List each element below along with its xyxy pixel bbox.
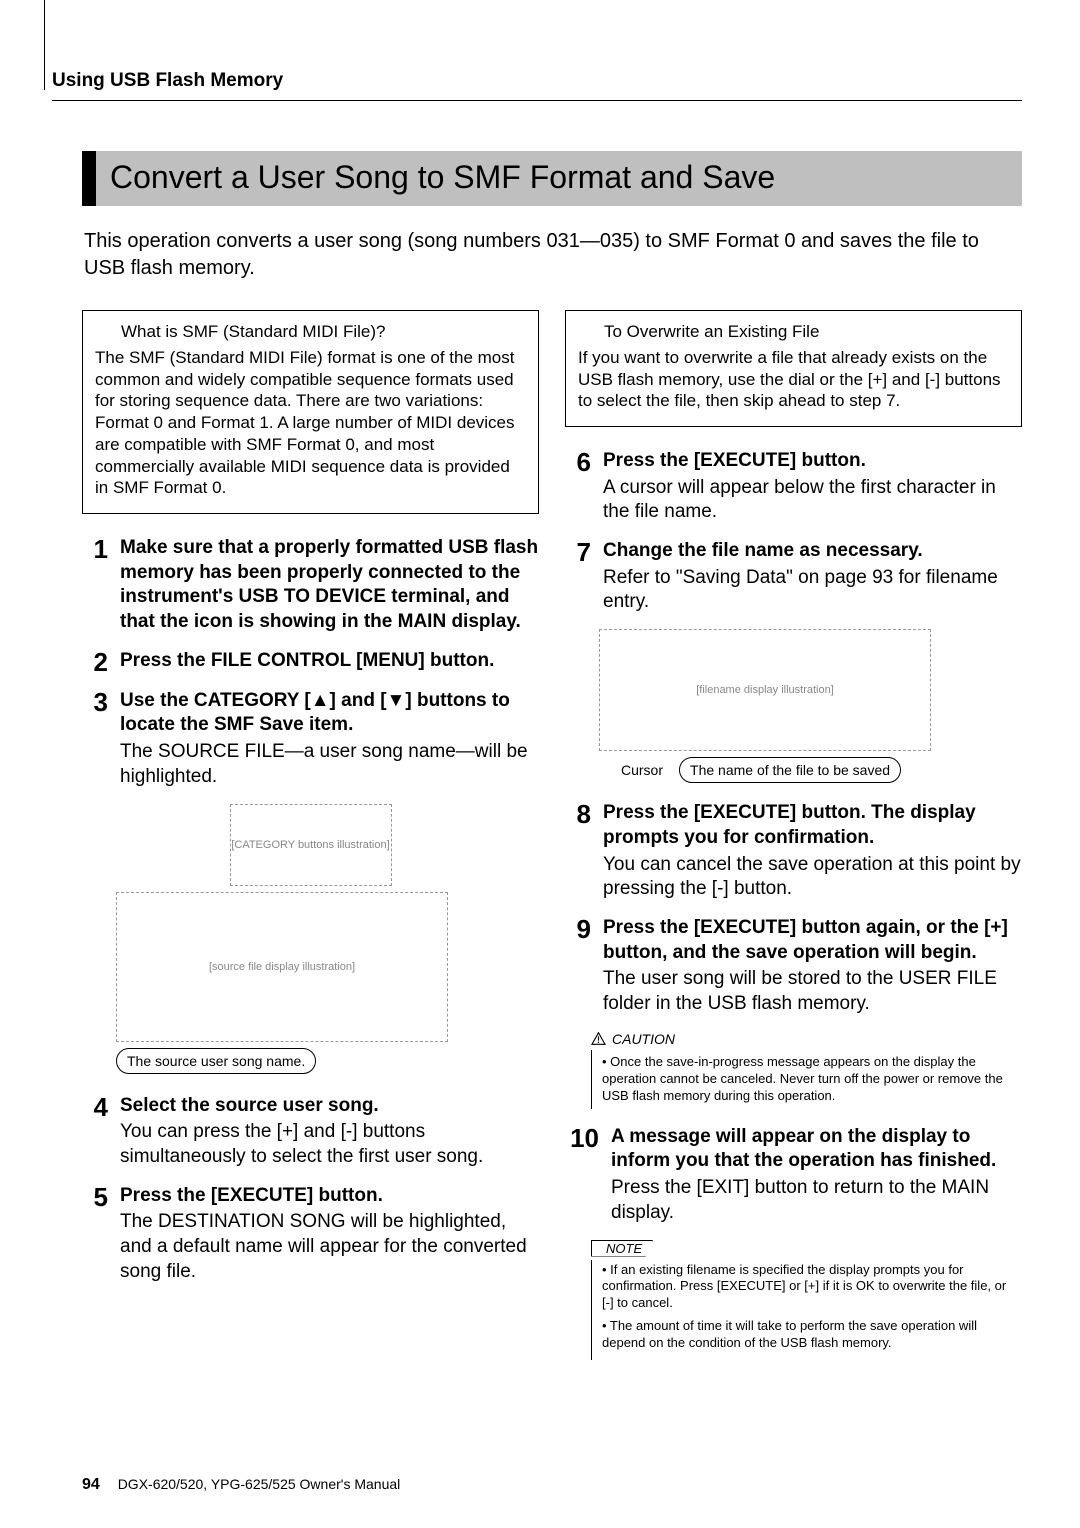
overwrite-box: To Overwrite an Existing File If you wan… [565, 310, 1022, 427]
smf-info-box: What is SMF (Standard MIDI File)? The SM… [82, 310, 539, 514]
callout-source-name: The source user song name. [116, 1048, 316, 1074]
overwrite-box-title: To Overwrite an Existing File [604, 321, 1009, 343]
step-6: 6 Press the [EXECUTE] button. A cursor w… [565, 449, 1022, 525]
manual-title: DGX-620/520, YPG-625/525 Owner's Manual [118, 1476, 401, 1492]
step-7: 7 Change the file name as necessary. Ref… [565, 539, 1022, 615]
caution-text: • Once the save-in-progress message appe… [591, 1050, 1022, 1109]
section-title-text: Convert a User Song to SMF Format and Sa… [96, 151, 1022, 206]
running-head: Using USB Flash Memory [52, 70, 1022, 92]
category-up-icon: ▲ [311, 689, 330, 714]
note-block: NOTE • If an existing ﬁlename is speciﬁe… [591, 1240, 1022, 1360]
smf-box-title: What is SMF (Standard MIDI File)? [121, 321, 526, 343]
note-line-1: • If an existing ﬁlename is speciﬁed the… [602, 1262, 1016, 1313]
step-9: 9 Press the [EXECUTE] button again, or t… [565, 916, 1022, 1017]
section-title: Convert a User Song to SMF Format and Sa… [82, 151, 1022, 206]
note-label: NOTE [591, 1240, 653, 1257]
step-4: 4 Select the source user song. You can p… [82, 1094, 539, 1170]
callout-cursor: Cursor [621, 762, 663, 778]
left-column: What is SMF (Standard MIDI File)? The SM… [82, 310, 539, 1370]
page-number: 94 [82, 1476, 100, 1493]
header-rule [52, 100, 1022, 101]
page-footer: 94 DGX-620/520, YPG-625/525 Owner's Manu… [82, 1476, 400, 1494]
callout-filename: The name of the file to be saved [679, 757, 901, 783]
intro-paragraph: This operation converts a user song (son… [84, 228, 1022, 282]
category-down-icon: ▼ [387, 689, 406, 714]
note-line-2: • The amount of time it will take to per… [602, 1318, 1016, 1352]
step-2: 2 Press the FILE CONTROL [MENU] button. [82, 649, 539, 675]
step-1: 1 Make sure that a properly formatted US… [82, 536, 539, 635]
step-10: 10 A message will appear on the display … [565, 1125, 1022, 1226]
figure-filename-display: [filename display illustration] [599, 629, 931, 751]
figure-source-display: [source file display illustration] [116, 892, 448, 1042]
step-5: 5 Press the [EXECUTE] button. The DESTIN… [82, 1184, 539, 1285]
overwrite-box-body: If you want to overwrite a ﬁle that alre… [578, 348, 1001, 411]
figure-category-buttons: [CATEGORY buttons illustration] [230, 804, 392, 886]
right-column: To Overwrite an Existing File If you wan… [565, 310, 1022, 1370]
caution-block: CAUTION • Once the save-in-progress mess… [591, 1031, 1022, 1109]
caution-icon [591, 1032, 606, 1045]
smf-box-body: The SMF (Standard MIDI File) format is o… [95, 348, 515, 498]
caution-label: CAUTION [612, 1031, 675, 1047]
step-8: 8 Press the [EXECUTE] button. The displa… [565, 801, 1022, 902]
step-3: 3 Use the CATEGORY [▲] and [▼] buttons t… [82, 689, 539, 790]
